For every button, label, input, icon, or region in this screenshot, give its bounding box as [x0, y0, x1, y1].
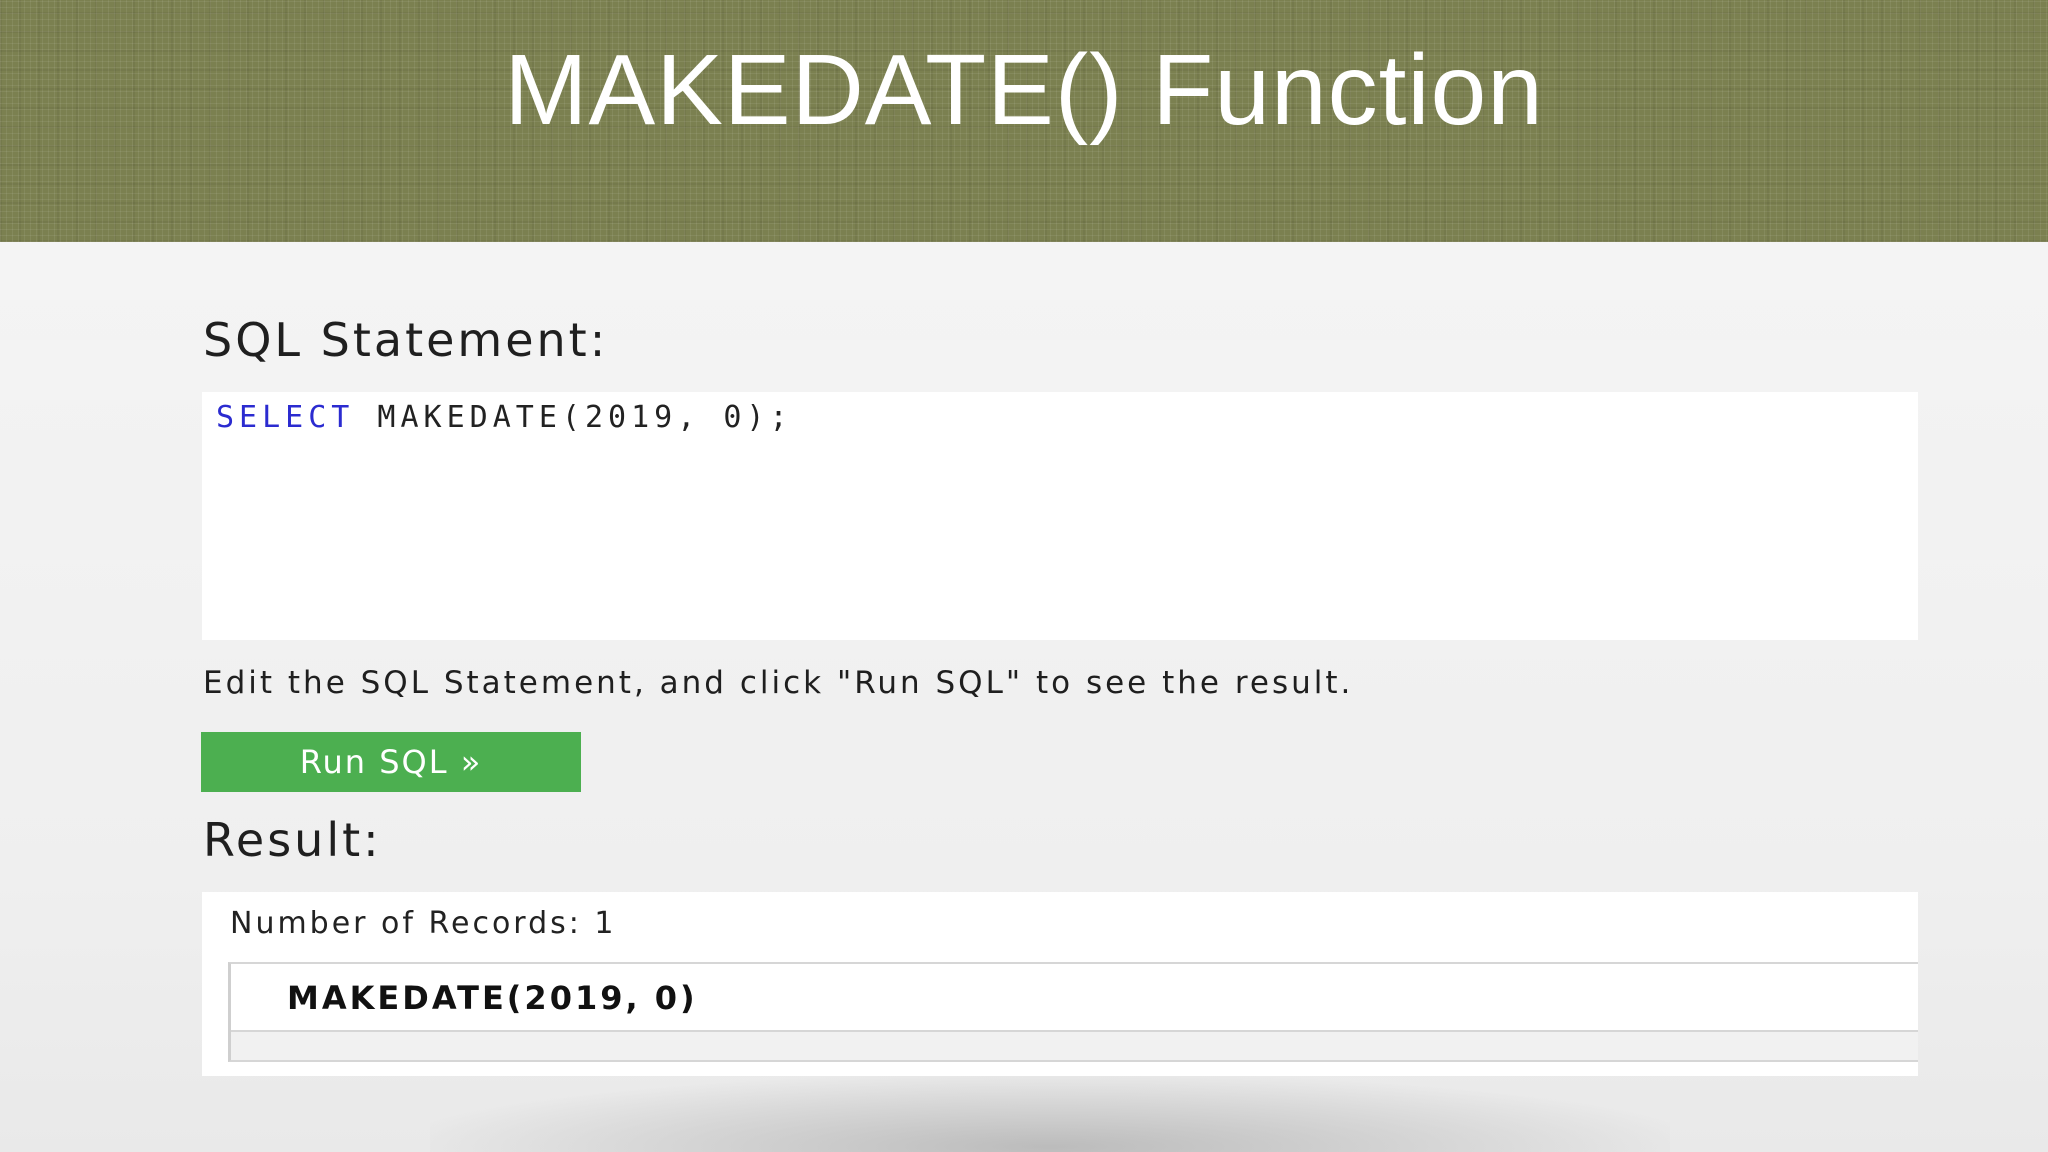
slide: MAKEDATE() Function SQL Statement: SELEC…: [0, 0, 2048, 1152]
title-banner: MAKEDATE() Function: [0, 0, 2048, 242]
run-sql-button[interactable]: Run SQL »: [201, 732, 581, 792]
records-count: Number of Records: 1: [230, 906, 617, 941]
slide-title: MAKEDATE() Function: [504, 34, 1544, 146]
sql-editor[interactable]: SELECT MAKEDATE(2019, 0);: [202, 392, 1918, 640]
result-panel: Number of Records: 1 MAKEDATE(2019, 0): [202, 892, 1918, 1076]
sql-code: MAKEDATE(2019, 0);: [354, 400, 793, 435]
result-heading: Result:: [203, 813, 382, 867]
sql-keyword: SELECT: [216, 400, 355, 435]
editor-hint: Edit the SQL Statement, and click "Run S…: [203, 665, 1354, 701]
sql-statement-heading: SQL Statement:: [203, 313, 609, 367]
table-column-header: MAKEDATE(2019, 0): [231, 964, 1918, 1032]
result-table: MAKEDATE(2019, 0): [228, 962, 1918, 1062]
background-book-image: [430, 1075, 1670, 1152]
table-row: [231, 1032, 1918, 1060]
